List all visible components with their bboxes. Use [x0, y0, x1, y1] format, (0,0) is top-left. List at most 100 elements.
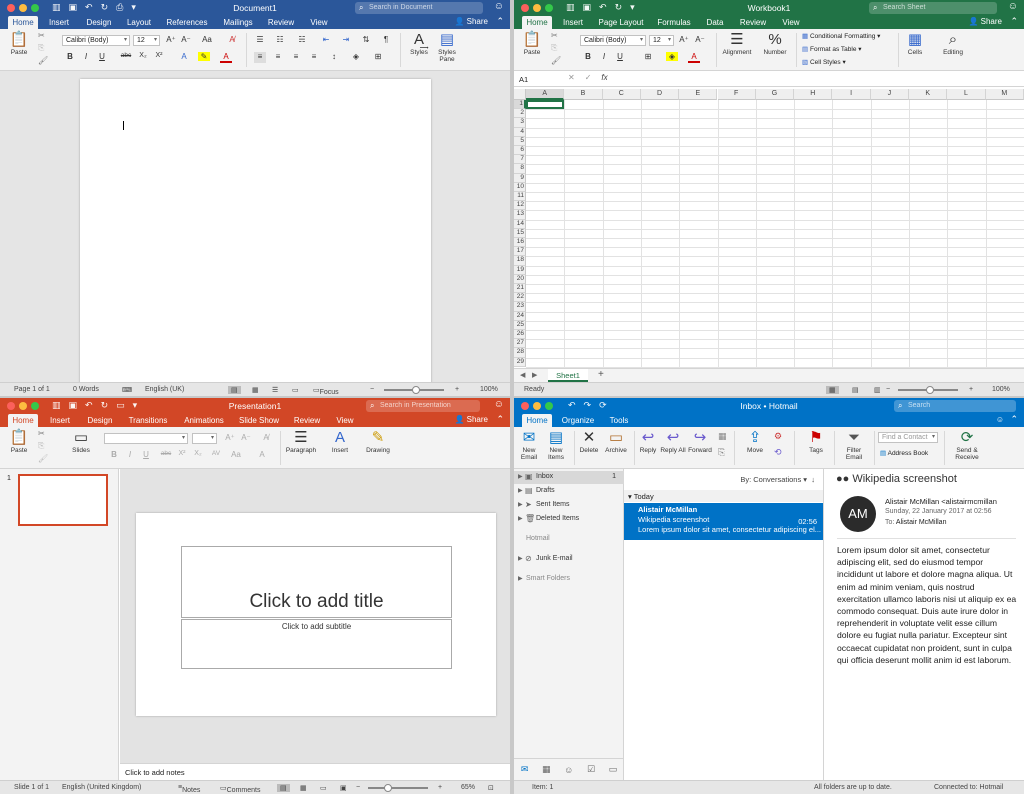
proofing-icon[interactable]: ⌨: [122, 386, 132, 394]
font-color-icon[interactable]: A: [688, 52, 700, 63]
font-name-select[interactable]: Calibri (Body): [580, 35, 646, 46]
styles-pane-button[interactable]: ▤ Styles Pane: [433, 31, 461, 63]
sheet-tab[interactable]: Sheet1: [548, 369, 588, 382]
change-case-icon[interactable]: Aa: [230, 450, 242, 461]
new-email-button[interactable]: ✉ New Email: [517, 429, 541, 461]
styles-button[interactable]: A͢ Styles: [405, 31, 433, 56]
delete-button[interactable]: ✕ Delete: [576, 429, 602, 454]
column-header[interactable]: K: [909, 89, 948, 100]
slide-thumbnail[interactable]: [18, 474, 108, 526]
grow-font-icon[interactable]: A⁺: [224, 433, 236, 444]
enter-icon[interactable]: ✓: [585, 73, 592, 82]
web-layout-view-icon[interactable]: ▦: [252, 386, 259, 394]
slide-canvas[interactable]: Click to add title Click to add subtitle: [136, 513, 496, 716]
column-header[interactable]: E: [679, 89, 718, 100]
row-header[interactable]: 29: [514, 357, 526, 367]
row-header[interactable]: 2: [514, 109, 526, 119]
share-button[interactable]: 👤 Share: [968, 17, 1002, 26]
clear-formatting-icon[interactable]: A̸: [260, 433, 272, 444]
font-size-select[interactable]: [192, 433, 217, 444]
paste-button[interactable]: 📋 Paste: [6, 429, 32, 454]
borders-icon[interactable]: ⊞: [642, 52, 654, 63]
strikethrough-icon[interactable]: abc: [160, 450, 172, 461]
tab-view[interactable]: View: [304, 16, 334, 29]
bold-icon[interactable]: B: [582, 52, 594, 63]
sort-icon[interactable]: ⇅: [360, 35, 372, 46]
collapse-ribbon-icon[interactable]: ⌃: [496, 16, 504, 27]
send-receive-button[interactable]: ⟳ Send & Receive: [948, 429, 986, 461]
tab-page-layout[interactable]: Page Layout: [596, 16, 646, 29]
cell-styles-button[interactable]: ▧ Cell Styles ▾: [802, 58, 846, 66]
number-format-button[interactable]: % Number: [760, 31, 790, 56]
reading-from[interactable]: Alistair McMillan <alistairmcmillan: [885, 497, 997, 506]
align-right-icon[interactable]: ≡: [290, 52, 302, 63]
underline-icon[interactable]: U: [140, 450, 152, 461]
tab-home[interactable]: Home: [8, 16, 38, 29]
change-case-icon[interactable]: Aa: [201, 35, 213, 46]
zoom-level[interactable]: 65%: [461, 784, 475, 791]
format-as-table-button[interactable]: ▤ Format as Table ▾: [802, 45, 862, 53]
tab-insert[interactable]: Insert: [44, 414, 76, 427]
tab-home[interactable]: Home: [8, 414, 38, 427]
justify-icon[interactable]: ≡: [308, 52, 320, 63]
alignment-button[interactable]: ☰ Alignment: [720, 31, 754, 56]
column-header[interactable]: A: [526, 89, 565, 100]
feedback-smiley-icon[interactable]: ☺: [1008, 1, 1018, 12]
print-layout-view-icon[interactable]: ▤: [228, 386, 241, 394]
subscript-icon[interactable]: X₂: [192, 450, 204, 461]
grow-font-icon[interactable]: A⁺: [165, 35, 177, 46]
normal-view-icon[interactable]: ▦: [826, 386, 839, 394]
format-painter-icon[interactable]: 🖌: [551, 56, 561, 65]
align-center-icon[interactable]: ≡: [272, 52, 284, 63]
column-header[interactable]: L: [947, 89, 986, 100]
zoom-level[interactable]: 100%: [480, 386, 498, 393]
multilevel-list-icon[interactable]: ☵: [296, 35, 308, 46]
message-body[interactable]: Lorem ipsum dolor sit amet, consectetur …: [837, 544, 1017, 666]
add-sheet-icon[interactable]: +: [598, 369, 604, 380]
mail-icon[interactable]: ✉: [521, 764, 529, 775]
people-icon[interactable]: ☺: [564, 765, 573, 775]
tab-slide-show[interactable]: Slide Show: [236, 414, 282, 427]
row-header[interactable]: 19: [514, 265, 526, 275]
folder-junk[interactable]: ▶ ⊘ Junk E-mail: [514, 553, 624, 566]
paragraph-button[interactable]: ☰ Paragraph: [284, 429, 318, 454]
notes-button[interactable]: ≡ Notes: [178, 784, 200, 794]
archive-button[interactable]: ▭ Archive: [602, 429, 630, 454]
row-header[interactable]: 17: [514, 247, 526, 257]
line-spacing-icon[interactable]: ↕: [328, 52, 340, 63]
font-size-select[interactable]: 12: [649, 35, 674, 46]
bullets-icon[interactable]: ☰: [254, 35, 266, 46]
tab-design[interactable]: Design: [84, 414, 116, 427]
zoom-in-icon[interactable]: +: [969, 386, 973, 393]
slide-sorter-view-icon[interactable]: ▦: [300, 784, 307, 792]
strikethrough-icon[interactable]: abc: [120, 52, 132, 63]
tab-tools[interactable]: Tools: [606, 414, 632, 427]
tab-insert[interactable]: Insert: [558, 16, 588, 29]
row-header[interactable]: 22: [514, 293, 526, 303]
share-button[interactable]: 👤 Share: [454, 415, 488, 424]
row-header[interactable]: 16: [514, 238, 526, 248]
worksheet-grid[interactable]: A B C D E F G H I J K L M 1 2 3 4 5 6 7 8 9 10 11 12 13 14 15 16 17 18…: [514, 89, 1024, 368]
zoom-in-icon[interactable]: +: [438, 784, 442, 791]
previous-sheet-icon[interactable]: ◀: [520, 371, 525, 379]
select-all-corner[interactable]: [514, 89, 526, 100]
zoom-slider[interactable]: [384, 386, 444, 394]
filter-email-button[interactable]: ⏷ Filter Email: [840, 429, 868, 461]
zoom-out-icon[interactable]: −: [356, 784, 360, 791]
column-header[interactable]: D: [640, 89, 680, 100]
comments-button[interactable]: ▭ Comments: [220, 784, 260, 794]
meeting-icon[interactable]: ▦: [718, 431, 727, 442]
bold-icon[interactable]: B: [64, 52, 76, 63]
language[interactable]: English (UK): [145, 386, 184, 393]
normal-view-icon[interactable]: ▤: [277, 784, 290, 792]
row-header[interactable]: 9: [514, 173, 526, 183]
pilcrow-icon[interactable]: ¶: [380, 35, 392, 46]
row-header[interactable]: 15: [514, 228, 526, 238]
document-page[interactable]: [80, 79, 431, 389]
focus-button[interactable]: ▭ Focus: [313, 386, 339, 396]
column-header[interactable]: B: [564, 89, 603, 100]
attachment-icon[interactable]: ⎘: [718, 447, 725, 458]
fill-color-icon[interactable]: ◈: [666, 52, 678, 61]
clear-formatting-icon[interactable]: A̸: [226, 35, 238, 46]
increase-indent-icon[interactable]: ⇥: [340, 35, 352, 46]
